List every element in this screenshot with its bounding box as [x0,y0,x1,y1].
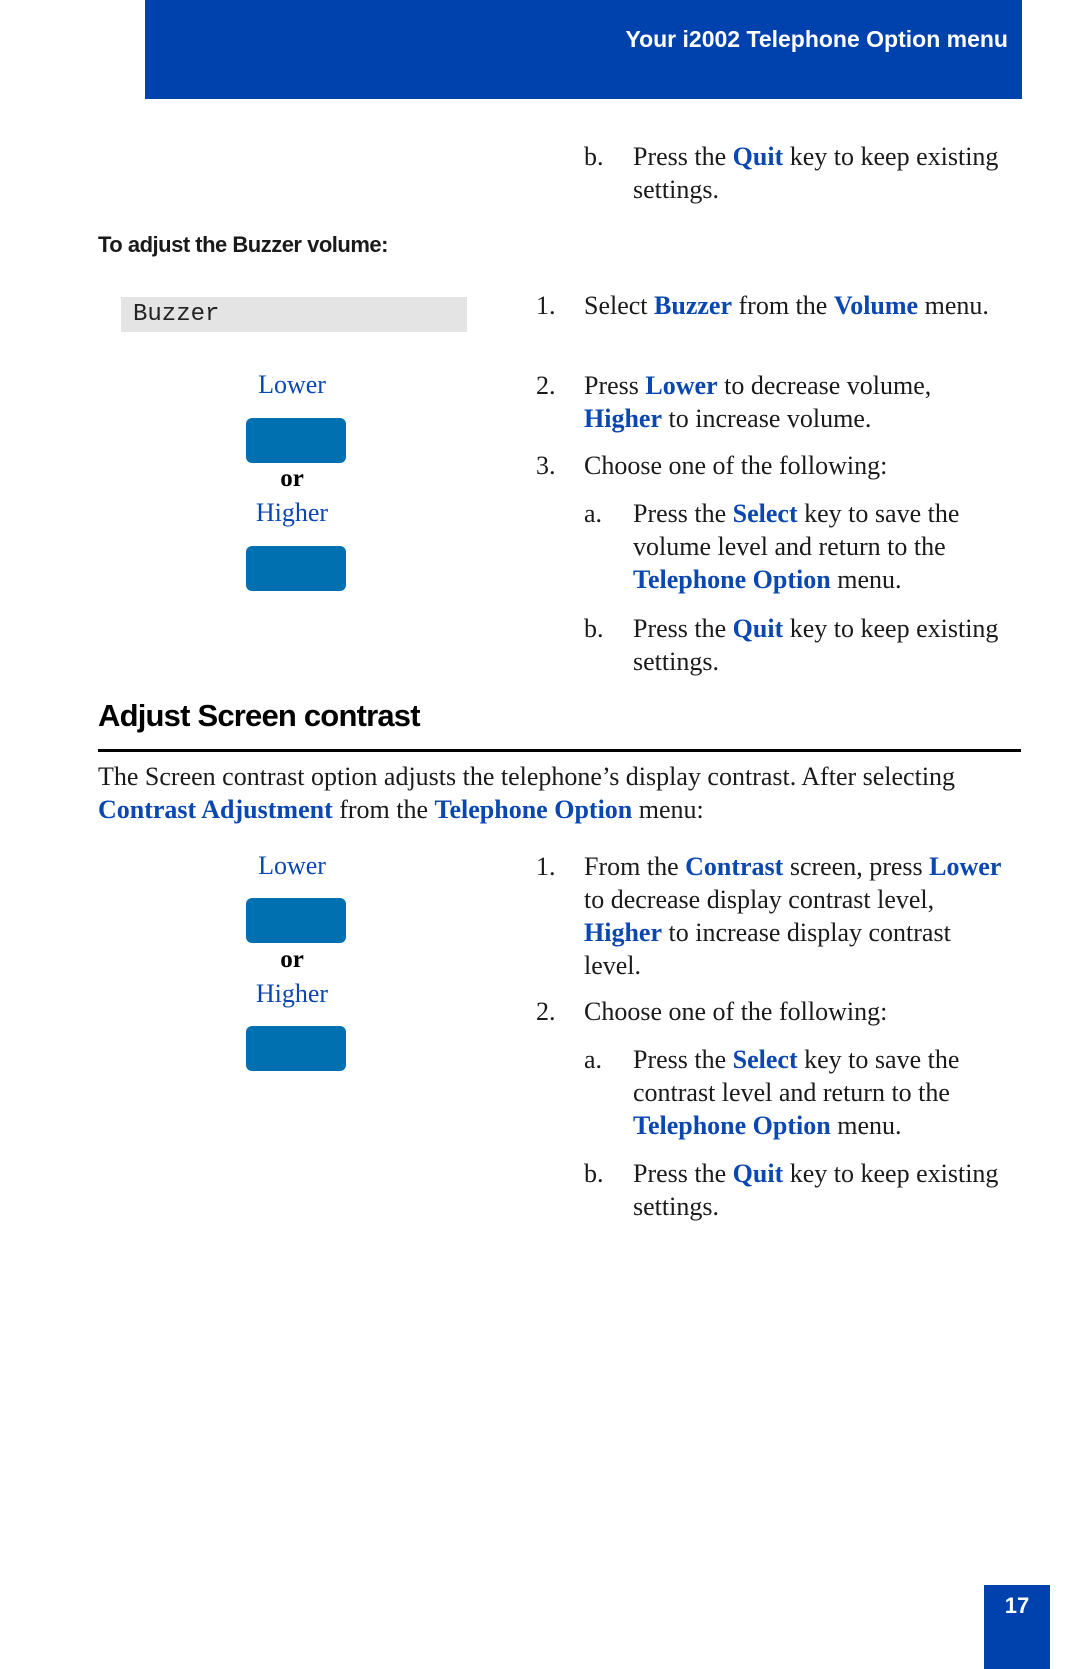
keyword-volume: Volume [833,291,919,320]
header-bar: Your i2002 Telephone Option menu [145,0,1022,99]
keyword-quit: Quit [732,142,784,171]
keyword-lower: Lower [929,852,1002,881]
softkey-lower-button[interactable] [246,898,346,943]
keyword-telephone-option: Telephone Option [434,795,633,824]
keyword-quit: Quit [732,1159,784,1188]
display-text: Buzzer [133,301,220,328]
keyword-select: Select [732,499,798,528]
softkey-label-higher: Higher [255,498,329,527]
keyword-contrast: Contrast [685,852,784,881]
softkey-label-lower: Lower [258,370,326,399]
keyword-contrast-adjustment: Contrast Adjustment [98,795,333,824]
softkey-lower-button[interactable] [246,418,346,463]
keyword-quit: Quit [732,614,784,643]
softkey-label-higher: Higher [255,979,329,1008]
contrast-intro: The Screen contrast option adjusts the t… [98,762,956,824]
page-number-box: 17 [984,1585,1050,1669]
heading-rule [98,749,1021,752]
keyword-lower: Lower [645,371,718,400]
softkey-label-lower: Lower [258,851,326,880]
header-title: Your i2002 Telephone Option menu [625,26,1008,52]
buzzer-subheading: To adjust the Buzzer volume: [98,232,388,257]
keyword-buzzer: Buzzer [654,291,732,320]
softkey-higher-button[interactable] [246,1026,346,1071]
keyword-telephone-option: Telephone Option [633,565,831,594]
section-heading: Adjust Screen contrast [98,698,421,733]
phone-display: Buzzer [121,297,467,332]
keyword-higher: Higher [584,404,662,433]
step-marker: b. [584,142,604,171]
page-number: 17 [1004,1593,1030,1618]
or-label: or [280,465,304,492]
softkey-higher-button[interactable] [246,546,346,591]
keyword-telephone-option: Telephone Option [633,1111,831,1140]
or-label: or [280,946,304,973]
keyword-select: Select [732,1045,798,1074]
keyword-higher: Higher [584,918,662,947]
